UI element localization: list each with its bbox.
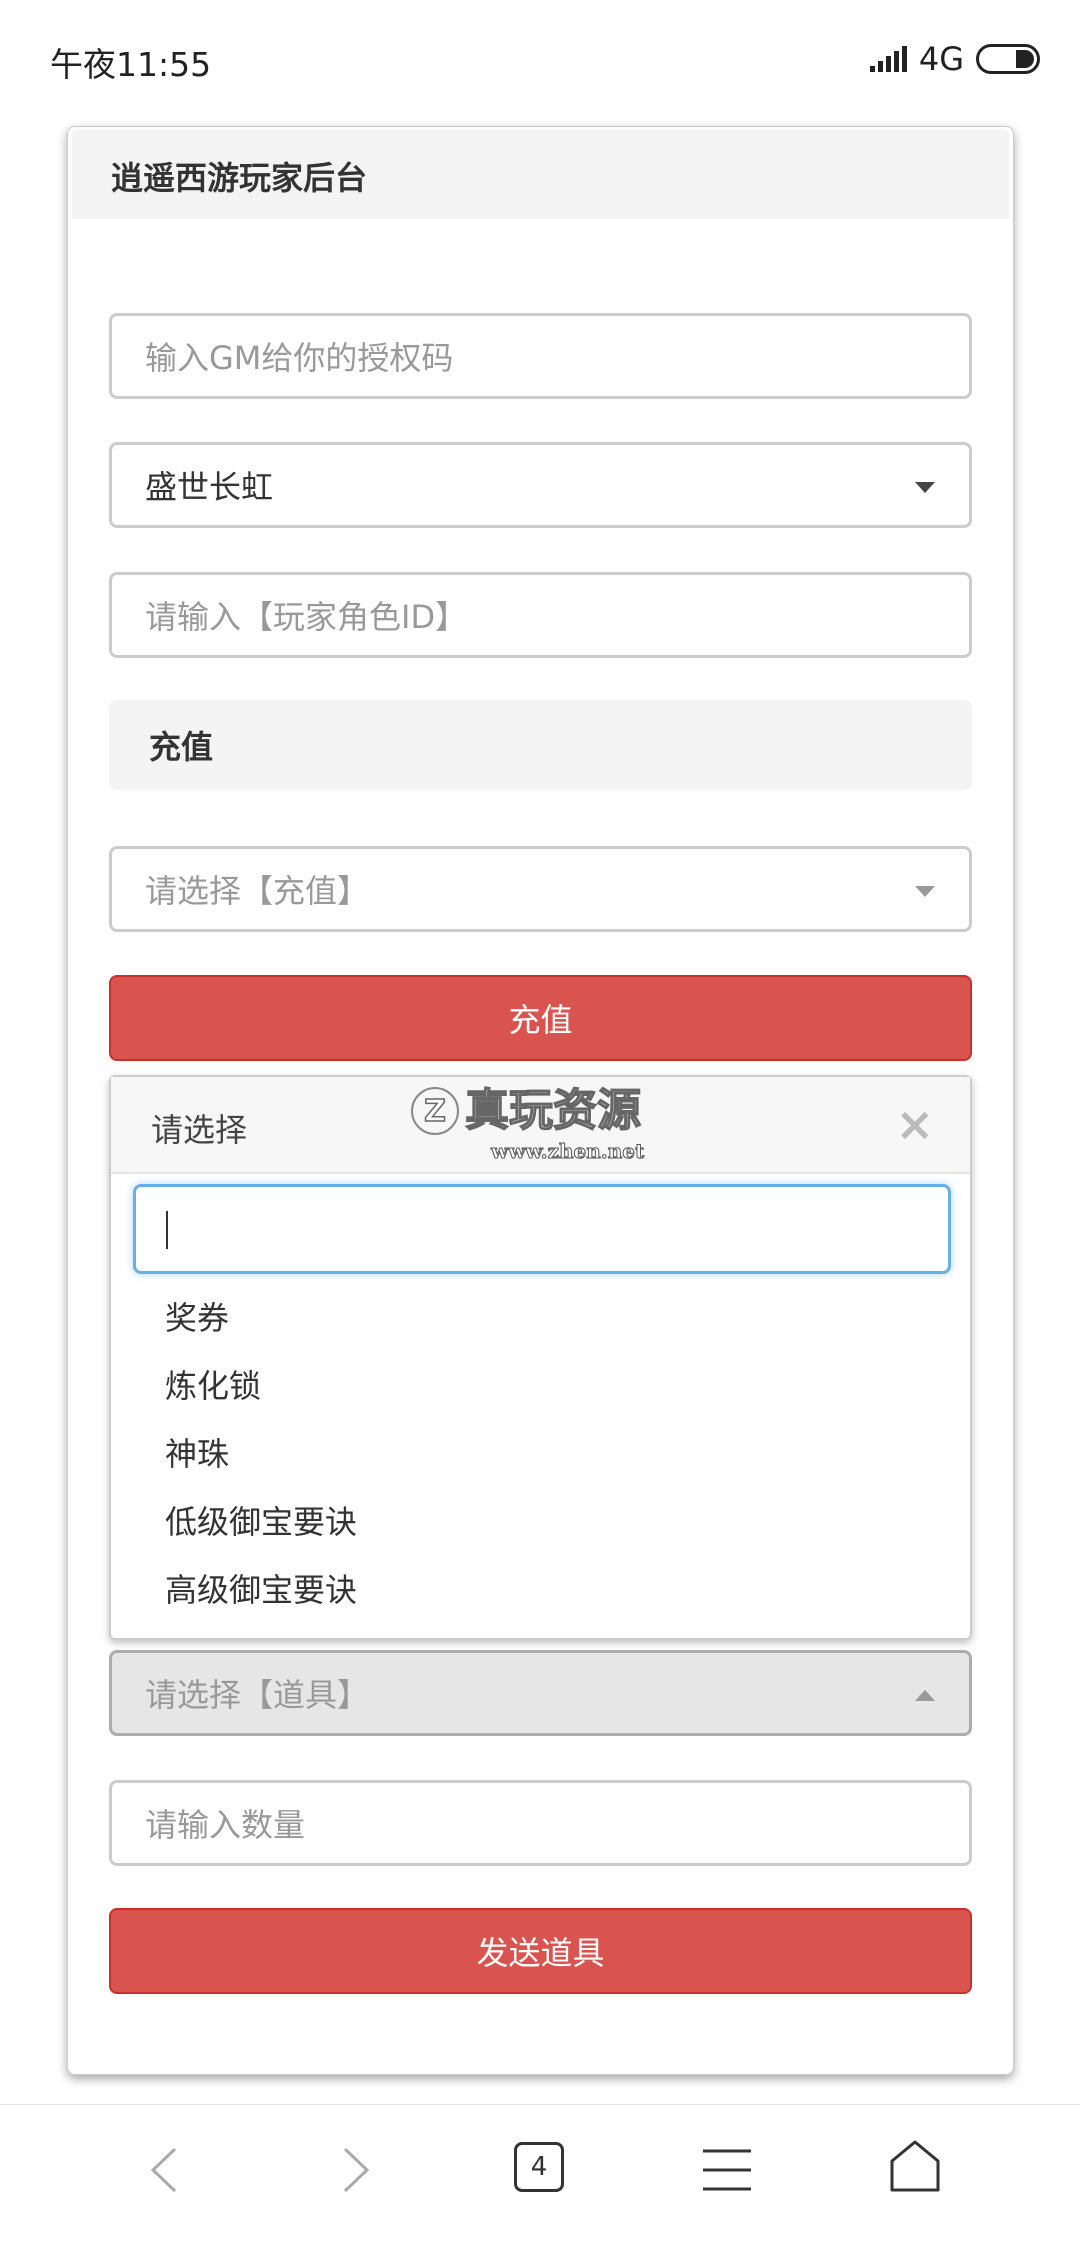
dropdown-option[interactable]: 奖券 [165,1293,229,1339]
dropdown-option[interactable]: 炼化锁 [165,1361,261,1407]
watermark-logo: Z 真玩资源 www.zhen.net [411,1086,645,1164]
dropdown-option[interactable]: 低级御宝要诀 [165,1497,357,1543]
quantity-placeholder: 请输入数量 [145,1806,306,1844]
dropdown-title: 请选择 [151,1111,248,1149]
close-icon[interactable]: × [895,1097,934,1151]
battery-icon [976,44,1040,74]
chevron-down-icon [915,886,935,897]
dropdown-option[interactable]: 高级御宝要诀 [165,1565,357,1611]
card-header: 逍遥西游玩家后台 [72,129,1009,219]
recharge-section-header: 充值 [109,700,972,790]
item-select[interactable]: 请选择【道具】 [109,1650,972,1736]
status-icons: 4G [869,40,1040,78]
text-caret [166,1211,168,1249]
auth-code-placeholder: 输入GM给你的授权码 [145,339,454,377]
recharge-select-placeholder: 请选择【充值】 [145,872,370,910]
menu-icon[interactable] [703,2145,751,2195]
item-dropdown: 请选择 Z 真玩资源 www.zhen.net × 奖券 炼化锁 神珠 低级御宝… [109,1075,972,1640]
browser-nav-bar: 4 [0,2104,1080,2248]
chevron-up-icon [915,1690,935,1701]
role-id-placeholder: 请输入【玩家角色ID】 [145,598,468,636]
page-title: 逍遥西游玩家后台 [111,159,368,197]
forward-icon[interactable] [335,2145,375,2195]
role-id-input[interactable]: 请输入【玩家角色ID】 [109,572,972,658]
signal-icon [869,46,907,72]
recharge-select[interactable]: 请选择【充值】 [109,846,972,932]
quantity-input[interactable]: 请输入数量 [109,1780,972,1866]
item-select-placeholder: 请选择【道具】 [145,1676,370,1714]
dropdown-search-input[interactable] [133,1184,951,1274]
server-select[interactable]: 盛世长虹 [109,442,972,528]
network-type: 4G [918,40,964,78]
server-select-value: 盛世长虹 [145,468,274,506]
send-item-button[interactable]: 发送道具 [109,1908,972,1994]
tabs-button[interactable]: 4 [514,2142,564,2192]
auth-code-input[interactable]: 输入GM给你的授权码 [109,313,972,399]
back-icon[interactable] [145,2145,185,2195]
recharge-button[interactable]: 充值 [109,975,972,1061]
watermark-z-icon: Z [411,1087,459,1135]
chevron-down-icon [915,482,935,493]
dropdown-header: 请选择 Z 真玩资源 www.zhen.net × [111,1077,970,1174]
home-icon[interactable] [889,2139,941,2193]
status-time: 午夜11:55 [50,45,212,84]
dropdown-option[interactable]: 神珠 [165,1429,229,1475]
